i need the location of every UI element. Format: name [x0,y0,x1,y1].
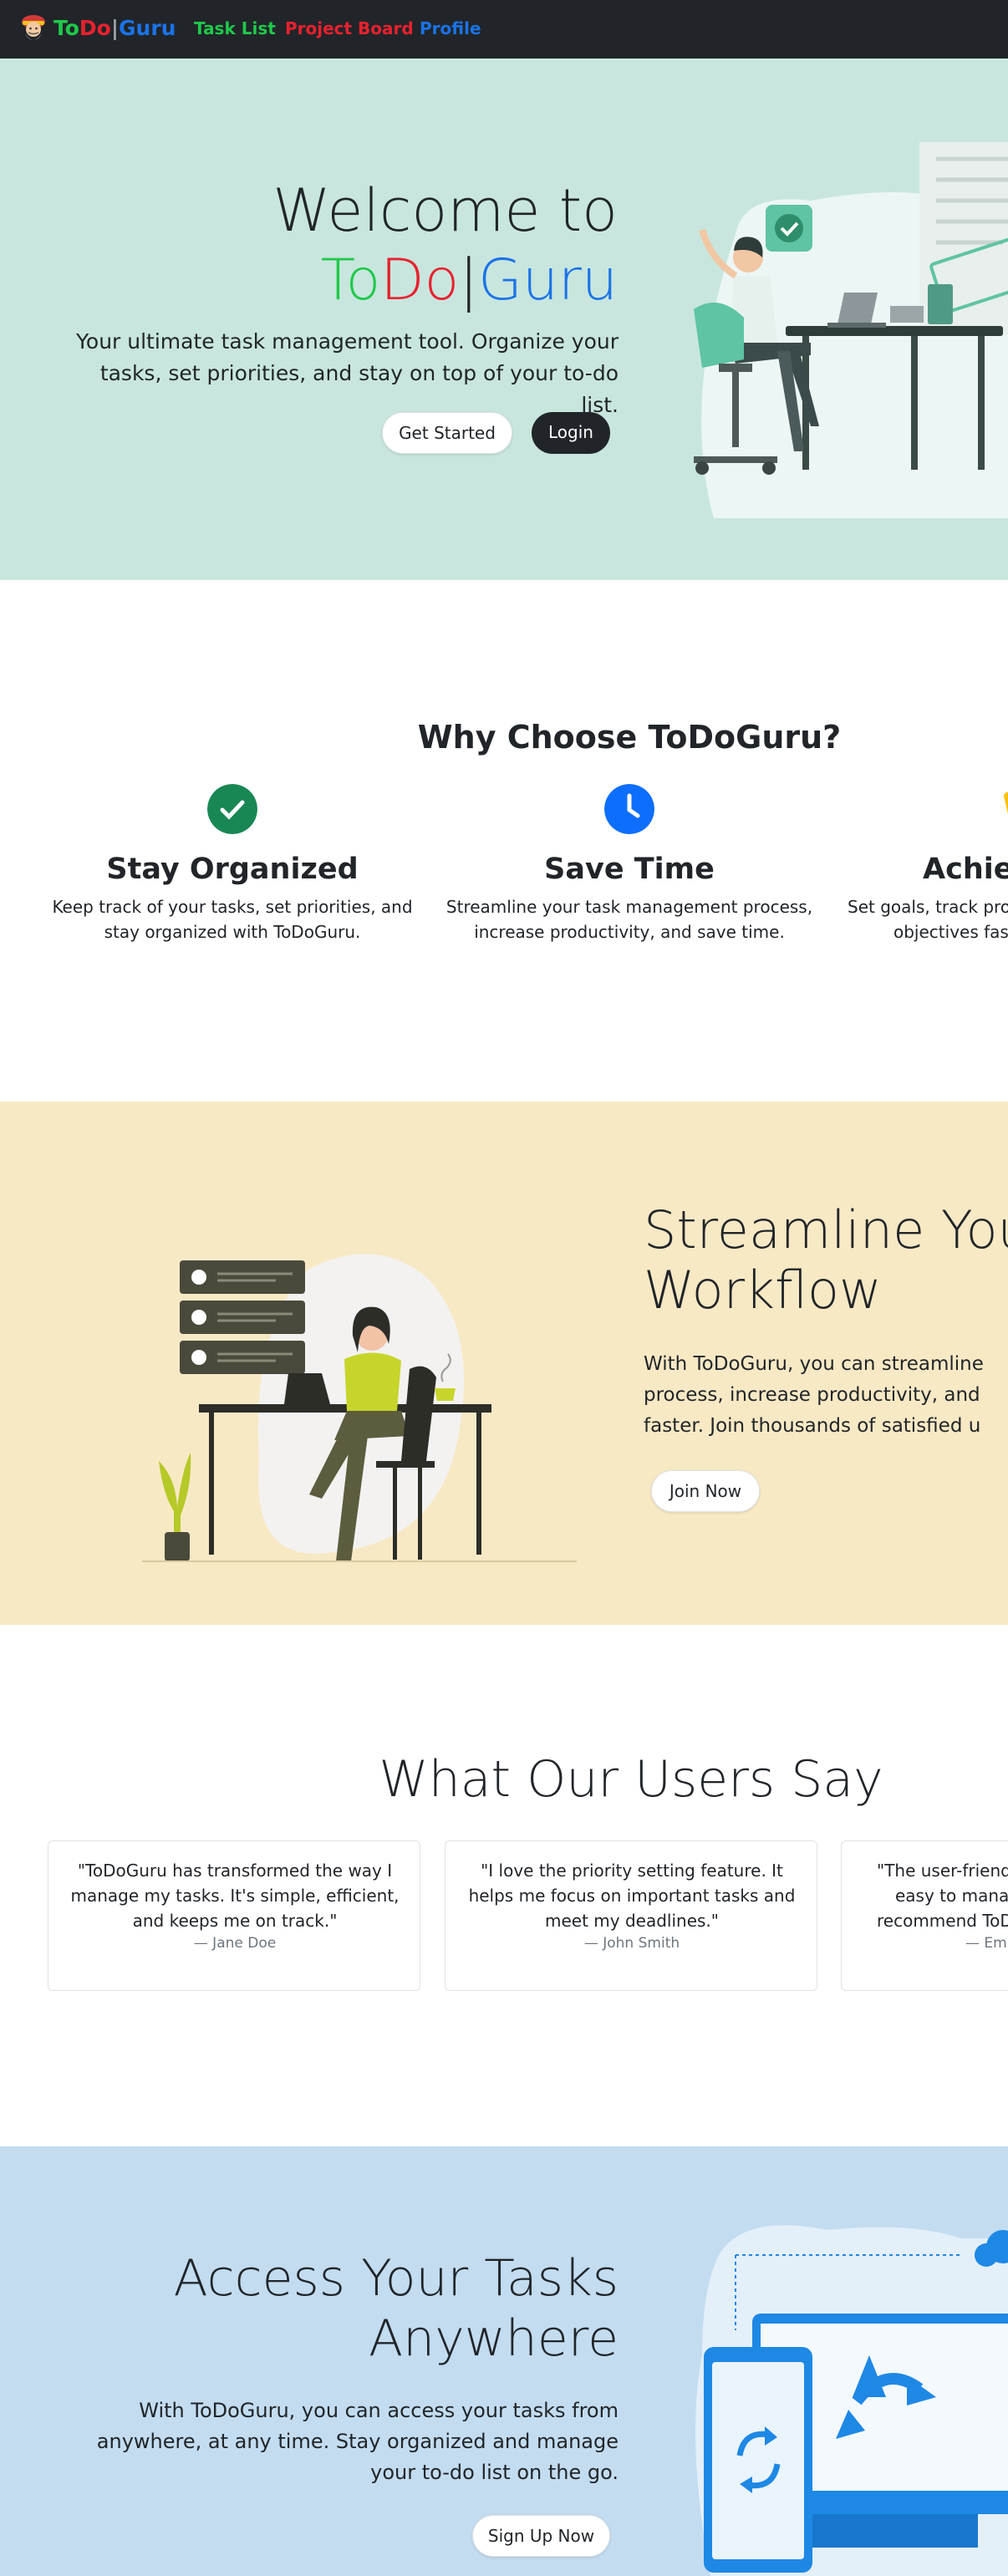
access-heading: Access Your Tasks Anywhere [50,2248,619,2369]
hero-brand-guru: Guru [478,247,618,313]
join-now-button[interactable]: Join Now [651,1470,760,1512]
feature-desc-achieve-line2: objectives fas [893,922,1008,942]
testimonial-quote: "I love the priority setting feature. It… [468,1861,796,1931]
navbar: ToDo|Guru Task List Project Board Profil… [0,0,1008,59]
hero-title: Welcome to ToDo|Guru [83,176,618,316]
streamline-illustration [142,1254,577,1562]
feature-title-save-time: Save Time [544,853,715,886]
testimonial-author: — John Smith [583,1935,680,1952]
streamline-heading-line1: Streamline You [644,1199,1008,1260]
access-heading-line2: Anywhere [369,2309,619,2368]
nav-link-project-board[interactable]: Project Board [285,17,414,40]
access-heading-line1: Access Your Tasks [173,2249,619,2308]
testimonial-card: "ToDoGuru has transformed the way I mana… [48,1840,420,1991]
nav-link-task-list[interactable]: Task List [194,17,276,40]
brand-logo-text[interactable]: ToDo|Guru [53,14,176,43]
check-circle-icon [207,784,257,834]
streamline-para-line2: process, increase productivity, and [644,1384,980,1406]
guru-avatar-icon[interactable] [18,13,48,45]
brand-part-to: To [53,16,79,40]
nav-link-profile[interactable]: Profile [420,17,481,40]
testimonial-card: "The user-friend easy to manag recommend… [841,1840,1008,1991]
hero-illustration [694,142,1008,518]
testimonial-quote-line3: recommend ToD [877,1911,1008,1931]
clock-icon [604,784,654,834]
feature-desc-achieve-line1: Set goals, track pro [848,897,1008,917]
hero-title-line1: Welcome to [272,176,618,245]
hero-brand-separator: | [459,247,479,313]
testimonial-author: — Em [965,1935,1007,1952]
testimonial-quote-line2: easy to manag [895,1886,1008,1906]
why-choose-section [0,580,1008,1102]
feature-title-stay-organized: Stay Organized [106,853,359,886]
streamline-para-line1: With ToDoGuru, you can streamline [644,1353,984,1375]
get-started-button[interactable]: Get Started [382,412,512,454]
streamline-paragraph: With ToDoGuru, you can streamline proces… [644,1349,984,1442]
testimonial-quote-line1: "The user-friend [877,1861,1008,1881]
streamline-heading-line2: Workflow [644,1260,882,1321]
hero-brand-to: To [320,247,381,313]
testimonial-card: "I love the priority setting feature. It… [445,1840,817,1991]
access-illustration [695,2225,1008,2576]
testimonials-heading: What Our Users Say [379,1750,883,1809]
testimonial-quote: "The user-friend easy to manag recommend… [877,1858,1008,1933]
brand-part-guru: Guru [119,16,176,40]
testimonial-author: — Jane Doe [193,1935,277,1952]
testimonial-quote: "ToDoGuru has transformed the way I mana… [70,1861,400,1931]
access-paragraph: With ToDoGuru, you can access your tasks… [96,2399,619,2484]
hero-title-brand: ToDo|Guru [83,246,618,316]
streamline-heading: Streamline You Workflow [644,1200,1008,1321]
brand-separator: | [110,16,119,40]
hero-section: Welcome to ToDo|Guru Your ultimate task … [0,59,1008,580]
login-button[interactable]: Login [532,412,610,454]
feature-title-achieve: Achie [923,853,1008,886]
brand-part-do: Do [79,16,111,40]
why-choose-heading: Why Choose ToDoGuru? [417,719,842,756]
streamline-para-line3: faster. Join thousands of satisfied u [644,1415,981,1437]
feature-desc-save-time: Streamline your task management process,… [445,897,813,942]
sign-up-now-button[interactable]: Sign Up Now [472,2515,610,2557]
hero-subtitle: Your ultimate task management tool. Orga… [75,329,619,417]
feature-desc-stay-organized: Keep track of your tasks, set priorities… [52,897,413,942]
hero-brand-do: Do [380,247,460,313]
